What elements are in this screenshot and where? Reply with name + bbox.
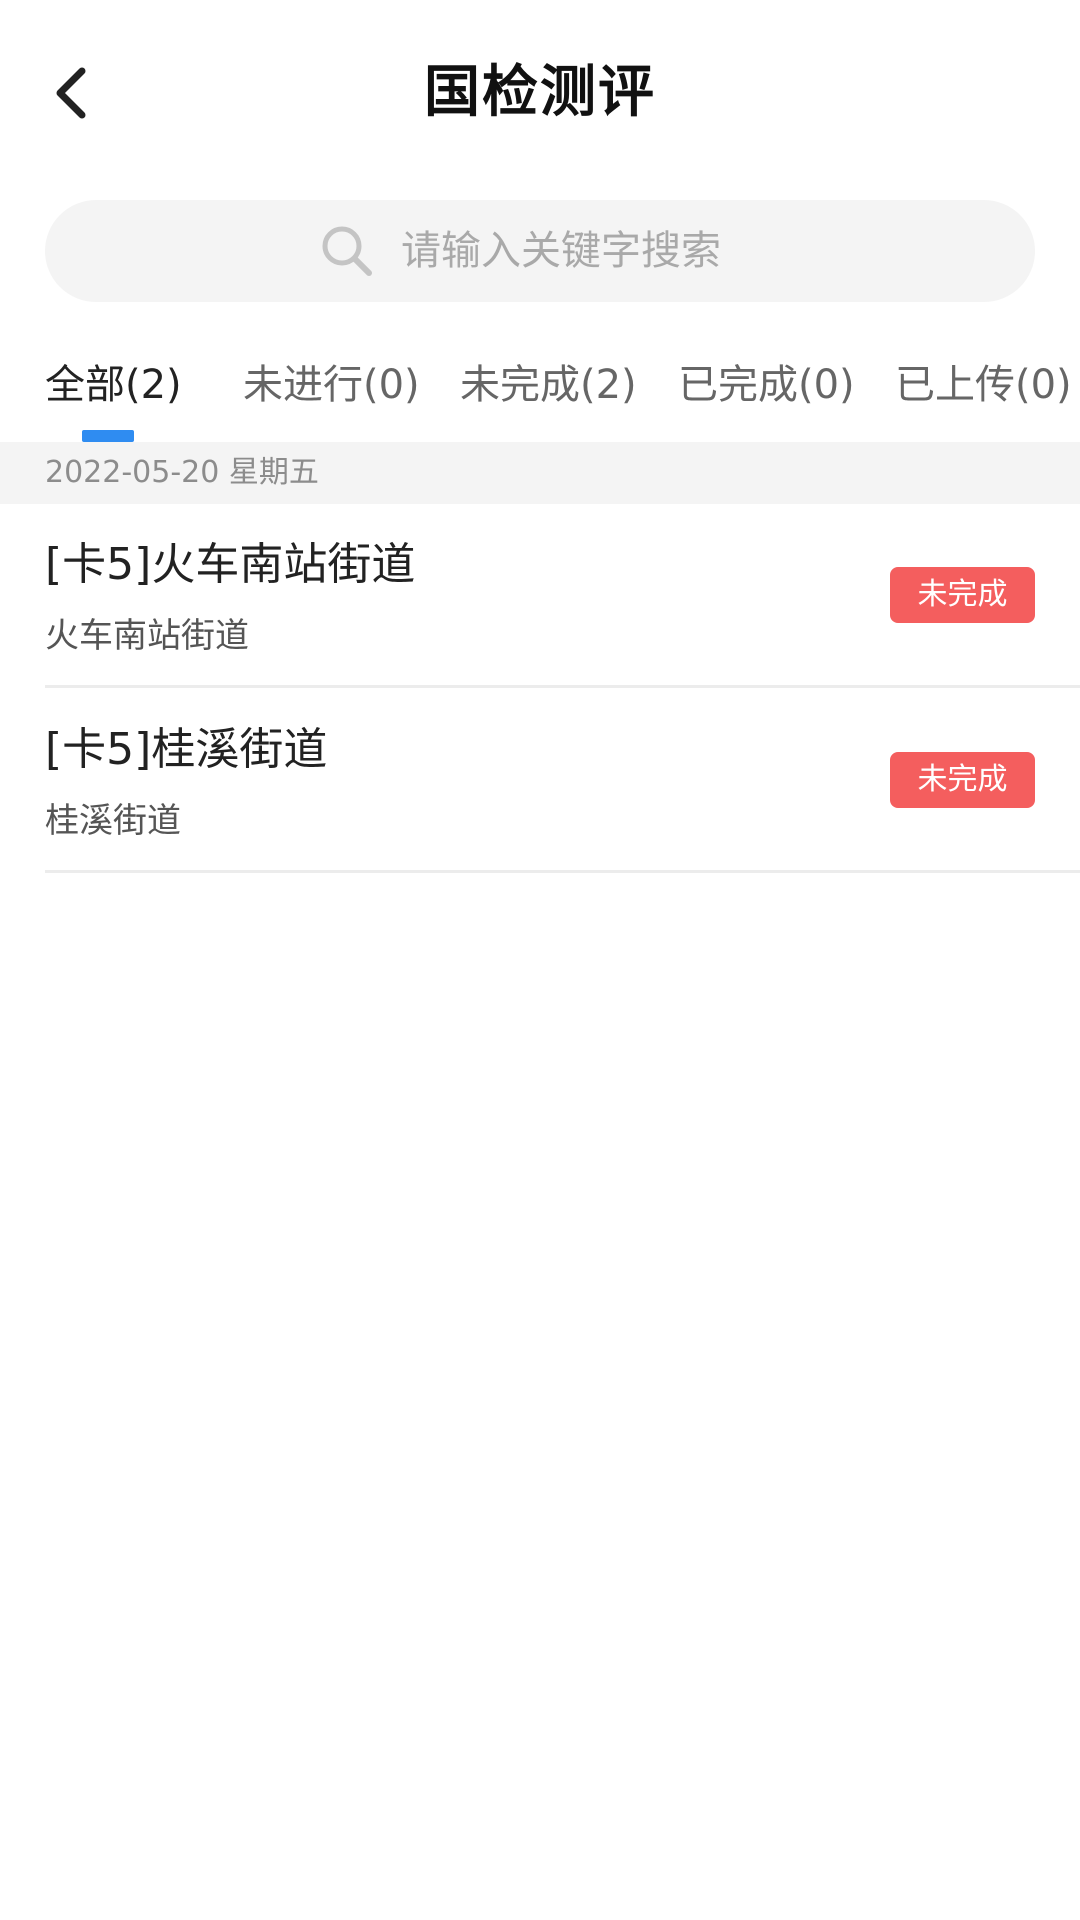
tab-all[interactable]: 全部(2)	[45, 350, 182, 430]
item-subtitle: 火车南站街道	[45, 616, 249, 656]
divider	[45, 870, 1080, 873]
tab-completed[interactable]: 已完成(0)	[678, 350, 855, 430]
header: 国检测评	[0, 0, 1080, 190]
page-title: 国检测评	[424, 60, 656, 125]
search-bar[interactable]	[45, 200, 1035, 302]
status-badge: 未完成	[890, 567, 1035, 623]
tab-uploaded[interactable]: 已上传(0)	[895, 350, 1072, 430]
date-label: 2022-05-20 星期五	[45, 455, 319, 490]
item-title: [卡5]火车南站街道	[45, 539, 416, 590]
active-tab-indicator	[82, 430, 134, 442]
search-icon	[319, 223, 375, 279]
tab-incomplete[interactable]: 未完成(2)	[460, 350, 637, 430]
date-section-header: 2022-05-20 星期五	[0, 442, 1080, 504]
list-item[interactable]: [卡5]桂溪街道 桂溪街道 未完成	[0, 690, 1080, 873]
list-item[interactable]: [卡5]火车南站街道 火车南站街道 未完成	[0, 505, 1080, 688]
status-badge: 未完成	[890, 752, 1035, 808]
page: 国检测评 全部(2) 未进行(0) 未完成(2) 已完成(0) 已上传(0) 2…	[0, 0, 1080, 1920]
tab-not-started[interactable]: 未进行(0)	[243, 350, 420, 430]
search-input[interactable]	[401, 228, 761, 274]
divider	[45, 685, 1080, 688]
filter-tabs: 全部(2) 未进行(0) 未完成(2) 已完成(0) 已上传(0)	[0, 350, 1080, 442]
item-subtitle: 桂溪街道	[45, 801, 181, 841]
item-title: [卡5]桂溪街道	[45, 724, 328, 775]
